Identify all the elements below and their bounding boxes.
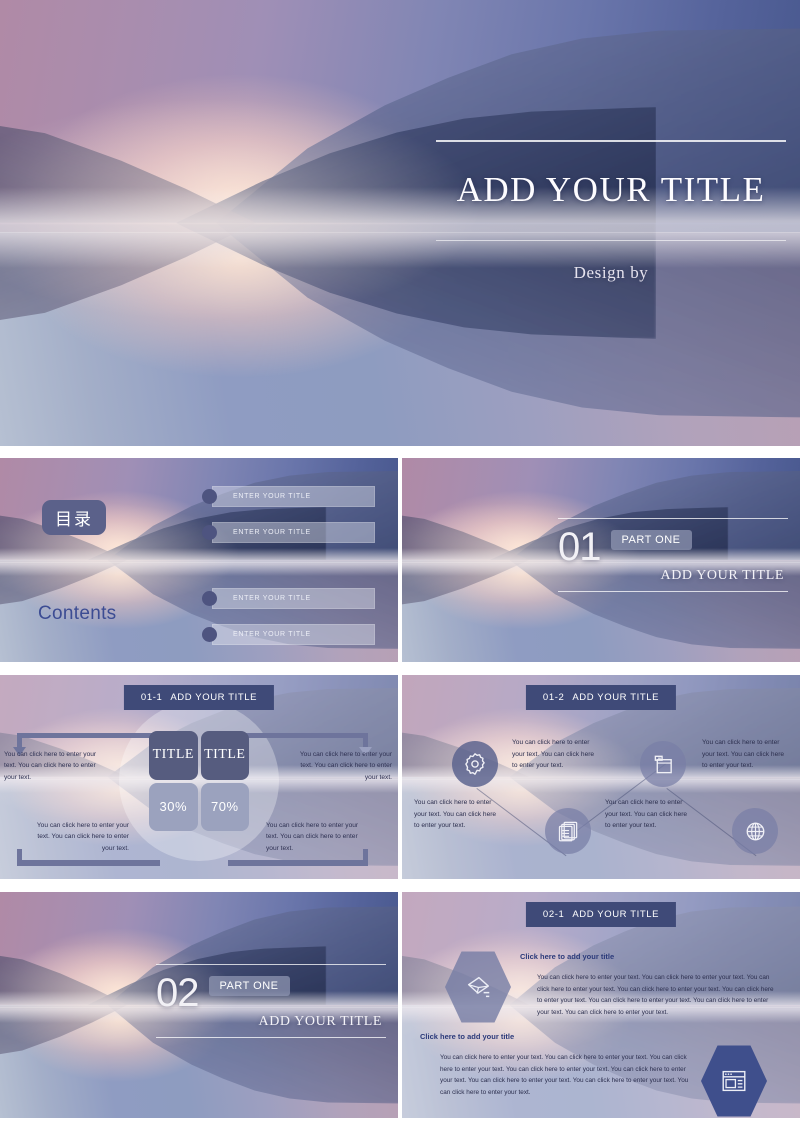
section-block: 01 PART ONE ADD YOUR TITLE	[558, 518, 788, 592]
globe-icon[interactable]	[732, 808, 778, 854]
contents-heading-cn: 目录	[42, 500, 106, 535]
documents-icon[interactable]	[545, 808, 591, 854]
section-title: ADD YOUR TITLE	[258, 1014, 382, 1029]
header-number: 02-1	[542, 909, 565, 920]
slide-title[interactable]: ADD YOUR TITLE Design by	[0, 0, 800, 446]
diagram-cell[interactable]: 70%	[200, 782, 249, 832]
icon-text: You can click here to enter your text. Y…	[605, 799, 688, 830]
bullet-icon	[202, 627, 217, 642]
contents-item-label: ENTER YOUR TITLE	[212, 588, 375, 609]
diagram-cell[interactable]: 30%	[149, 782, 198, 832]
icon-text: You can click here to enter your text. Y…	[414, 799, 497, 830]
globe-icon-glyph	[746, 822, 764, 840]
browser-layout-icon-glyph	[722, 1070, 746, 1092]
page-title: ADD YOUR TITLE	[456, 170, 766, 209]
diagram-grid: TITLE TITLE 30% 70%	[149, 731, 249, 832]
contents-heading-en: Contents	[38, 603, 117, 624]
slide-section-02[interactable]: 02 PART ONE ADD YOUR TITLE	[0, 892, 398, 1118]
section-part-badge: PART ONE	[610, 530, 692, 550]
diagram-cell[interactable]: TITLE	[149, 731, 198, 780]
icon-text: You can click here to enter your text. Y…	[512, 739, 595, 770]
title-subtitle: Design by	[573, 263, 649, 282]
contents-item-label: ENTER YOUR TITLE	[212, 624, 375, 645]
header-title: ADD YOUR TITLE	[572, 692, 660, 703]
diagram-text-bottom-right: You can click here to enter your text. Y…	[266, 822, 359, 852]
section-block: 02 PART ONE ADD YOUR TITLE	[156, 964, 386, 1038]
section-number: 02	[156, 971, 199, 1015]
diagram-text-bottom-left: You can click here to enter your text. Y…	[36, 822, 129, 852]
slide-contents[interactable]: 目录 Contents ENTER YOUR TITLE ENTER YOUR …	[0, 458, 398, 662]
contents-item-label: ENTER YOUR TITLE	[212, 522, 375, 543]
diagram-text-top-left: You can click here to enter your text. Y…	[4, 751, 97, 781]
gear-icon-glyph	[465, 753, 485, 775]
section-row: 01 PART ONE	[558, 519, 788, 569]
contents-heading-cn-label: 目录	[55, 510, 93, 529]
section-row: 02 PART ONE	[156, 965, 386, 1015]
hex-block-body: You can click here to enter your text. Y…	[440, 1054, 689, 1096]
header-number: 01-1	[140, 692, 163, 703]
bullet-icon	[202, 489, 217, 504]
header-title: ADD YOUR TITLE	[170, 692, 258, 703]
list-item[interactable]: ENTER YOUR TITLE	[200, 522, 375, 543]
slide-header-badge: 01-2 ADD YOUR TITLE	[525, 685, 677, 710]
list-item[interactable]: ENTER YOUR TITLE	[200, 624, 375, 645]
section-part-badge: PART ONE	[208, 976, 290, 996]
slide-header-badge: 01-1 ADD YOUR TITLE	[123, 685, 275, 710]
diagram-cell[interactable]: TITLE	[200, 731, 249, 780]
list-item[interactable]: ENTER YOUR TITLE	[200, 588, 375, 609]
hex-block-title: Click here to add your title	[420, 1032, 515, 1041]
hex-block-body: You can click here to enter your text. Y…	[537, 974, 774, 1016]
folder-icon-glyph	[654, 755, 672, 773]
diagram-text-top-right: You can click here to enter your text. Y…	[299, 751, 392, 781]
slide-section-01[interactable]: 01 PART ONE ADD YOUR TITLE	[402, 458, 800, 662]
hex-block-title: Click here to add your title	[520, 952, 615, 961]
thumbnail-row-3: 02 PART ONE ADD YOUR TITLE 02-1 ADD YOUR…	[0, 892, 800, 1118]
title-block: ADD YOUR TITLE Design by	[436, 140, 786, 283]
title-rule-bottom	[436, 240, 786, 241]
documents-icon-glyph	[558, 821, 577, 841]
section-rule-bottom	[156, 1037, 386, 1038]
icon-text: You can click here to enter your text. Y…	[702, 739, 785, 770]
list-item[interactable]: ENTER YOUR TITLE	[200, 486, 375, 507]
slide-hex[interactable]: 02-1 ADD YOUR TITLE Click here to add yo…	[402, 892, 800, 1118]
slide-deck-preview: ADD YOUR TITLE Design by 目录 Contents ENT…	[0, 0, 800, 1130]
slide-diagram[interactable]: 01-1 ADD YOUR TITLE TITLE TITLE 30% 70% …	[0, 675, 398, 879]
section-number: 01	[558, 525, 601, 569]
gear-icon[interactable]	[452, 741, 498, 787]
mail-send-icon-glyph	[467, 976, 490, 998]
thumbnail-row-2: 01-1 ADD YOUR TITLE TITLE TITLE 30% 70% …	[0, 675, 800, 879]
slide-header-badge: 02-1 ADD YOUR TITLE	[525, 902, 677, 927]
folder-icon[interactable]	[640, 741, 686, 787]
section-title: ADD YOUR TITLE	[660, 568, 784, 583]
bullet-icon	[202, 525, 217, 540]
section-rule-bottom	[558, 591, 788, 592]
slide-icons[interactable]: 01-2 ADD YOUR TITLE You can click here t…	[402, 675, 800, 879]
thumbnail-row-1: 目录 Contents ENTER YOUR TITLE ENTER YOUR …	[0, 458, 800, 662]
header-title: ADD YOUR TITLE	[572, 909, 660, 920]
contents-item-label: ENTER YOUR TITLE	[212, 486, 375, 507]
bullet-icon	[202, 591, 217, 606]
header-number: 01-2	[542, 692, 565, 703]
